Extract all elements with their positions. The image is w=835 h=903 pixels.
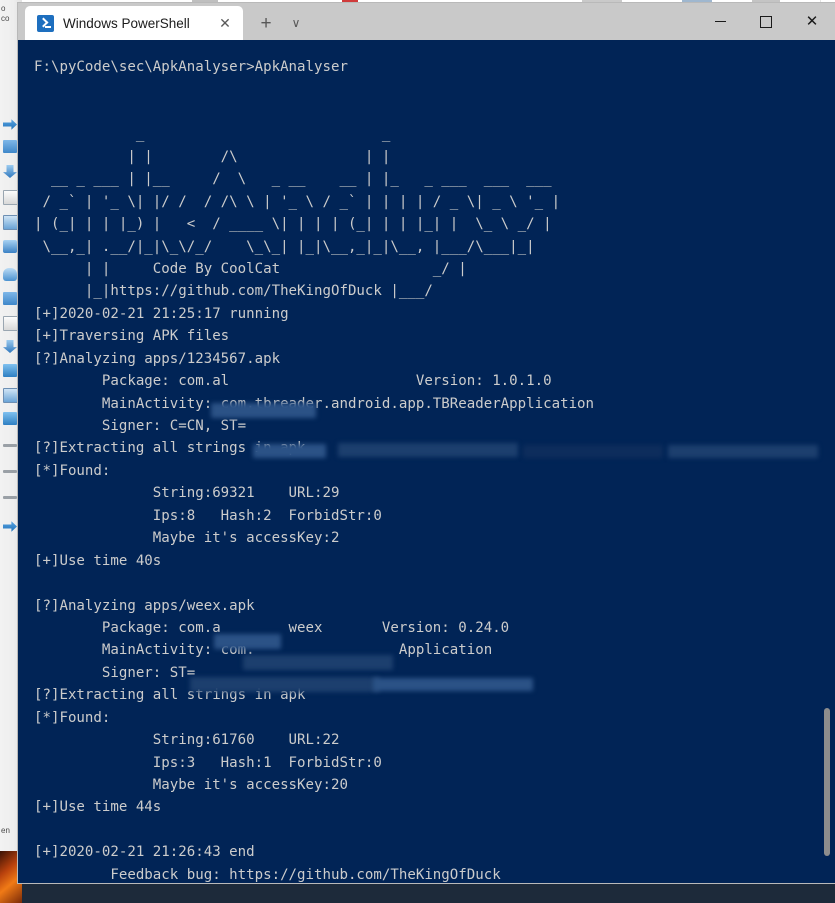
log-line-found-2: [*]Found:: [34, 709, 111, 726]
pictures-icon[interactable]: [3, 215, 19, 230]
log-line-extracting-1: [?]Extracting all strings in apk: [34, 440, 306, 457]
log-line-ips-1: Ips:8 Hash:2 ForbidStr:0: [34, 507, 382, 524]
divider-3: [3, 496, 17, 499]
strip-label-2: co: [1, 14, 10, 23]
redaction-signer-1-d: [668, 445, 818, 458]
pin-icon[interactable]: [3, 119, 17, 130]
log-line-extracting-2: [?]Extracting all strings in apk: [34, 687, 306, 704]
window-controls: ✕: [697, 3, 835, 40]
chevron-down-icon[interactable]: ∨: [281, 6, 311, 40]
downloads-icon[interactable]: [3, 165, 17, 178]
window-titlebar[interactable]: Windows PowerShell ✕ + ∨ ✕: [18, 3, 835, 40]
network-icon[interactable]: [3, 412, 17, 425]
onedrive-icon[interactable]: [3, 268, 17, 281]
powershell-icon: [37, 14, 54, 32]
log-line-package-2: Package: com.a weex Version: 0.24.0: [34, 619, 510, 636]
documents-icon-2[interactable]: [3, 316, 19, 331]
log-line-mainactivity-2: MainActivity: com. Application: [34, 642, 493, 659]
log-line-signer-1: Signer: C=CN, ST=: [34, 418, 247, 434]
maximize-button[interactable]: [743, 3, 789, 40]
documents-icon[interactable]: [3, 190, 19, 205]
console-scrollbar[interactable]: [820, 40, 835, 883]
folder-icon[interactable]: [3, 140, 17, 153]
strip-label-1: o: [1, 4, 6, 13]
log-line-strings-2: String:61760 URL:22: [34, 732, 340, 749]
new-tab-button[interactable]: +: [251, 6, 281, 40]
banner-line-2: _ _: [34, 126, 391, 143]
powershell-window: Windows PowerShell ✕ + ∨ ✕ F:\pyCode\sec…: [18, 3, 835, 883]
log-line-feedback: Feedback bug: https://github.com/TheKing…: [34, 866, 501, 883]
log-line-package-1: Package: com.al Version: 1.0.1.0: [34, 373, 552, 390]
log-line-accesskey-2: Maybe it's accessKey:20: [34, 777, 348, 793]
log-line-usetime-2: [+]Use time 44s: [34, 799, 162, 816]
expand-icon[interactable]: [3, 521, 17, 532]
banner-line-6: | (_| | | |_) | < / ____ \| | | | (_| | …: [34, 216, 552, 233]
tab-title: Windows PowerShell: [63, 15, 190, 31]
log-line-usetime-1: [+]Use time 40s: [34, 552, 162, 569]
console-output-area[interactable]: F:\pyCode\sec\ApkAnalyser>ApkAnalyser _ …: [18, 40, 835, 883]
banner-line-4: __ _ ___ | |__ / \ _ __ __ | |_ _ ___ __…: [34, 171, 552, 188]
log-line-blank-2: [18, 819, 594, 841]
screen-root: o co en Windows PowerShell ✕ + ∨ ✕ F:\py…: [0, 0, 835, 903]
minimize-button[interactable]: [697, 3, 743, 40]
banner-line-5: / _` | '_ \| |/ / / /\ \ | '_ \ / _` | |…: [34, 193, 561, 210]
log-line-ips-2: Ips:3 Hash:1 ForbidStr:0: [34, 754, 382, 771]
log-line-found-1: [*]Found:: [34, 462, 111, 479]
close-window-button[interactable]: ✕: [789, 3, 835, 40]
log-line-blank-1: [18, 572, 594, 594]
tab-windows-powershell[interactable]: Windows PowerShell ✕: [25, 6, 243, 40]
log-line-accesskey-1: Maybe it's accessKey:2: [34, 530, 340, 547]
strip-label-3: en: [1, 826, 10, 835]
videos-icon[interactable]: [3, 388, 19, 403]
banner-line-0: [18, 78, 594, 100]
divider-1: [3, 444, 17, 447]
downloads-icon-2[interactable]: [3, 340, 17, 353]
log-line-signer-2: Signer: ST=: [34, 664, 196, 681]
close-tab-icon[interactable]: ✕: [215, 13, 235, 33]
banner-line-7: \__,_| .__/|_|\_\/_/ \_\_| |_|\__,_|_|\_…: [34, 238, 535, 255]
log-line-mainactivity-1: MainActivity: com.tbreader.android.app.T…: [34, 395, 595, 412]
log-line-strings-1: String:69321 URL:29: [34, 485, 340, 502]
console-prompt-line-top: F:\pyCode\sec\ApkAnalyser>ApkAnalyser: [34, 59, 348, 75]
console-text: F:\pyCode\sec\ApkAnalyser>ApkAnalyser _ …: [18, 40, 594, 883]
music-icon[interactable]: [3, 364, 17, 377]
folder-icon-2[interactable]: [3, 292, 17, 305]
divider-2: [3, 470, 17, 473]
banner-line-3: | | /\ | |: [34, 148, 391, 165]
banner-line-9: |_|https://github.com/TheKingOfDuck |___…: [34, 283, 433, 300]
log-line-analyzing-2: [?]Analyzing apps/weex.apk: [34, 597, 255, 614]
scrollbar-thumb[interactable]: [824, 708, 830, 856]
desktop-icon[interactable]: [3, 240, 17, 253]
banner-line-1: [18, 101, 594, 123]
log-line-end-time: [+]2020-02-21 21:26:43 end: [34, 844, 255, 861]
log-line-traversing: [+]Traversing APK files: [34, 328, 230, 345]
banner-line-8: | | Code By CoolCat _/ |: [34, 260, 467, 277]
log-line-analyzing-1: [?]Analyzing apps/1234567.apk: [34, 350, 281, 367]
log-line-start-time: [+]2020-02-21 21:25:17 running: [34, 305, 289, 322]
